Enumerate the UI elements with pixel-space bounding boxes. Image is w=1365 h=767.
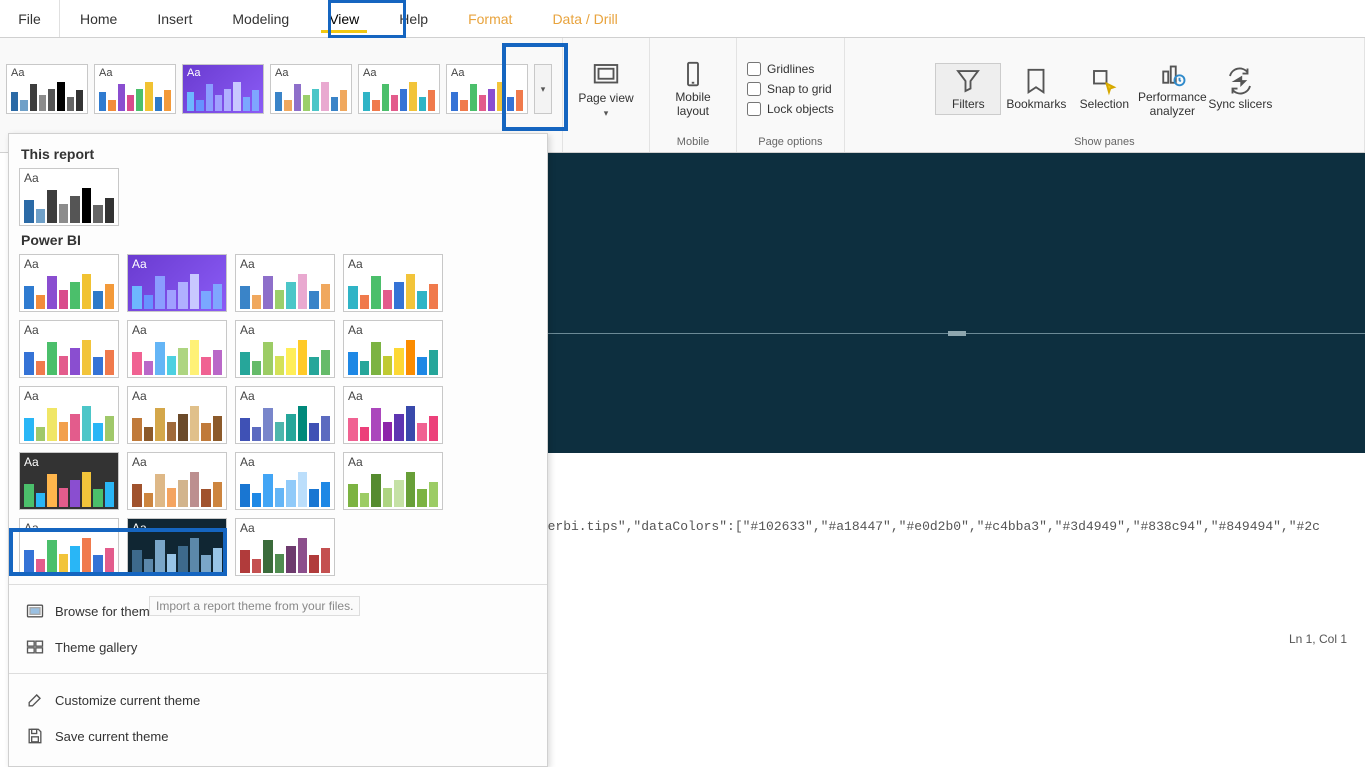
save-icon [25, 726, 45, 746]
snap-label: Snap to grid [767, 82, 832, 96]
theme-dropdown-button[interactable]: ▾ [534, 64, 552, 114]
customize-label: Customize current theme [55, 693, 200, 708]
code-preview-line: owerbi.tips","dataColors":["#102633","#a… [532, 519, 1359, 534]
theme-thumbnail[interactable]: Aa [235, 254, 335, 312]
browse-label: Browse for themes [55, 604, 163, 619]
menu-help[interactable]: Help [379, 0, 448, 37]
theme-thumbnail[interactable]: Aa [19, 452, 119, 510]
theme-thumbnail[interactable]: Aa [235, 518, 335, 576]
bookmarks-pane-button[interactable]: Bookmarks [1003, 66, 1069, 112]
theme-thumbnail[interactable]: Aa [6, 64, 88, 114]
menu-modeling[interactable]: Modeling [212, 0, 309, 37]
theme-thumbnail[interactable]: Aa [127, 320, 227, 378]
theme-thumbnail[interactable]: Aa [19, 320, 119, 378]
theme-thumbnail[interactable]: Aa [19, 518, 119, 576]
powerbi-heading: Power BI [21, 232, 537, 248]
theme-thumbnail[interactable]: Aa [19, 386, 119, 444]
menu-datadrill[interactable]: Data / Drill [532, 0, 637, 37]
theme-thumbnail[interactable]: Aa [19, 168, 119, 226]
save-current-theme[interactable]: Save current theme [19, 718, 537, 754]
menu-view[interactable]: View [309, 0, 379, 37]
browse-icon [25, 601, 45, 621]
theme-thumbnail[interactable]: Aa [358, 64, 440, 114]
theme-thumbnail[interactable]: Aa [343, 320, 443, 378]
theme-thumbnail[interactable]: Aa [343, 386, 443, 444]
gallery-label: Theme gallery [55, 640, 137, 655]
snap-to-grid-checkbox[interactable]: Snap to grid [747, 82, 834, 96]
mobile-group-label: Mobile [677, 136, 709, 150]
theme-thumbnail[interactable]: Aa [19, 254, 119, 312]
theme-gallery-ribbon: AaAaAaAaAaAa▾ [6, 42, 552, 136]
sync-slicers-button[interactable]: Sync slicers [1207, 66, 1273, 112]
filters-label: Filters [952, 98, 985, 112]
theme-thumbnail[interactable]: Aa [343, 254, 443, 312]
chevron-down-icon: ▾ [604, 108, 609, 118]
page-view-label: Page view [578, 92, 633, 106]
theme-thumbnail[interactable]: Aa [127, 452, 227, 510]
show-panes-group-label: Show panes [1074, 136, 1135, 150]
gridlines-label: Gridlines [767, 62, 814, 76]
theme-thumbnail[interactable]: Aa [270, 64, 352, 114]
customize-current-theme[interactable]: Customize current theme [19, 682, 537, 718]
mobile-layout-label: Mobile layout [660, 91, 726, 119]
page-options-group-label: Page options [758, 136, 822, 150]
filters-pane-button[interactable]: Filters [935, 63, 1001, 115]
perf-label: Performance analyzer [1138, 91, 1207, 119]
page-view-button[interactable]: Page view ▾ [573, 60, 639, 118]
themes-dropdown: This report Aa Power BI AaAaAaAaAaAaAaAa… [8, 133, 548, 767]
theme-thumbnail[interactable]: Aa [94, 64, 176, 114]
menu-bar: File Home Insert Modeling View Help Form… [0, 0, 1365, 38]
theme-thumbnail[interactable]: Aa [127, 254, 227, 312]
gridlines-checkbox[interactable]: Gridlines [747, 62, 834, 76]
selection-label: Selection [1080, 98, 1129, 112]
save-label: Save current theme [55, 729, 168, 744]
bookmarks-label: Bookmarks [1006, 98, 1066, 112]
performance-analyzer-button[interactable]: Performance analyzer [1139, 59, 1205, 119]
theme-thumbnail[interactable]: Aa [235, 452, 335, 510]
theme-thumbnail[interactable]: Aa [127, 386, 227, 444]
canvas-resize-handle[interactable] [948, 331, 966, 336]
sync-label: Sync slicers [1208, 98, 1272, 112]
customize-icon [25, 690, 45, 710]
lock-objects-checkbox[interactable]: Lock objects [747, 102, 834, 116]
theme-thumbnail[interactable]: Aa [182, 64, 264, 114]
menu-format[interactable]: Format [448, 0, 532, 37]
menu-file[interactable]: File [0, 0, 60, 37]
theme-gallery[interactable]: Theme gallery [19, 629, 537, 665]
menu-insert[interactable]: Insert [137, 0, 212, 37]
selection-pane-button[interactable]: Selection [1071, 66, 1137, 112]
theme-thumbnail[interactable]: Aa [446, 64, 528, 114]
theme-thumbnail[interactable]: Aa [235, 386, 335, 444]
theme-thumbnail[interactable]: Aa [127, 518, 227, 576]
menu-home[interactable]: Home [60, 0, 137, 37]
theme-thumbnail[interactable]: Aa [235, 320, 335, 378]
report-canvas[interactable] [548, 153, 1365, 453]
mobile-layout-button[interactable]: Mobile layout [660, 59, 726, 119]
gallery-icon [25, 637, 45, 657]
status-bar-cursor-pos: Ln 1, Col 1 [1289, 632, 1347, 646]
theme-thumbnail[interactable]: Aa [343, 452, 443, 510]
this-report-heading: This report [21, 146, 537, 162]
lock-label: Lock objects [767, 102, 834, 116]
browse-tooltip: Import a report theme from your files. [149, 596, 360, 616]
